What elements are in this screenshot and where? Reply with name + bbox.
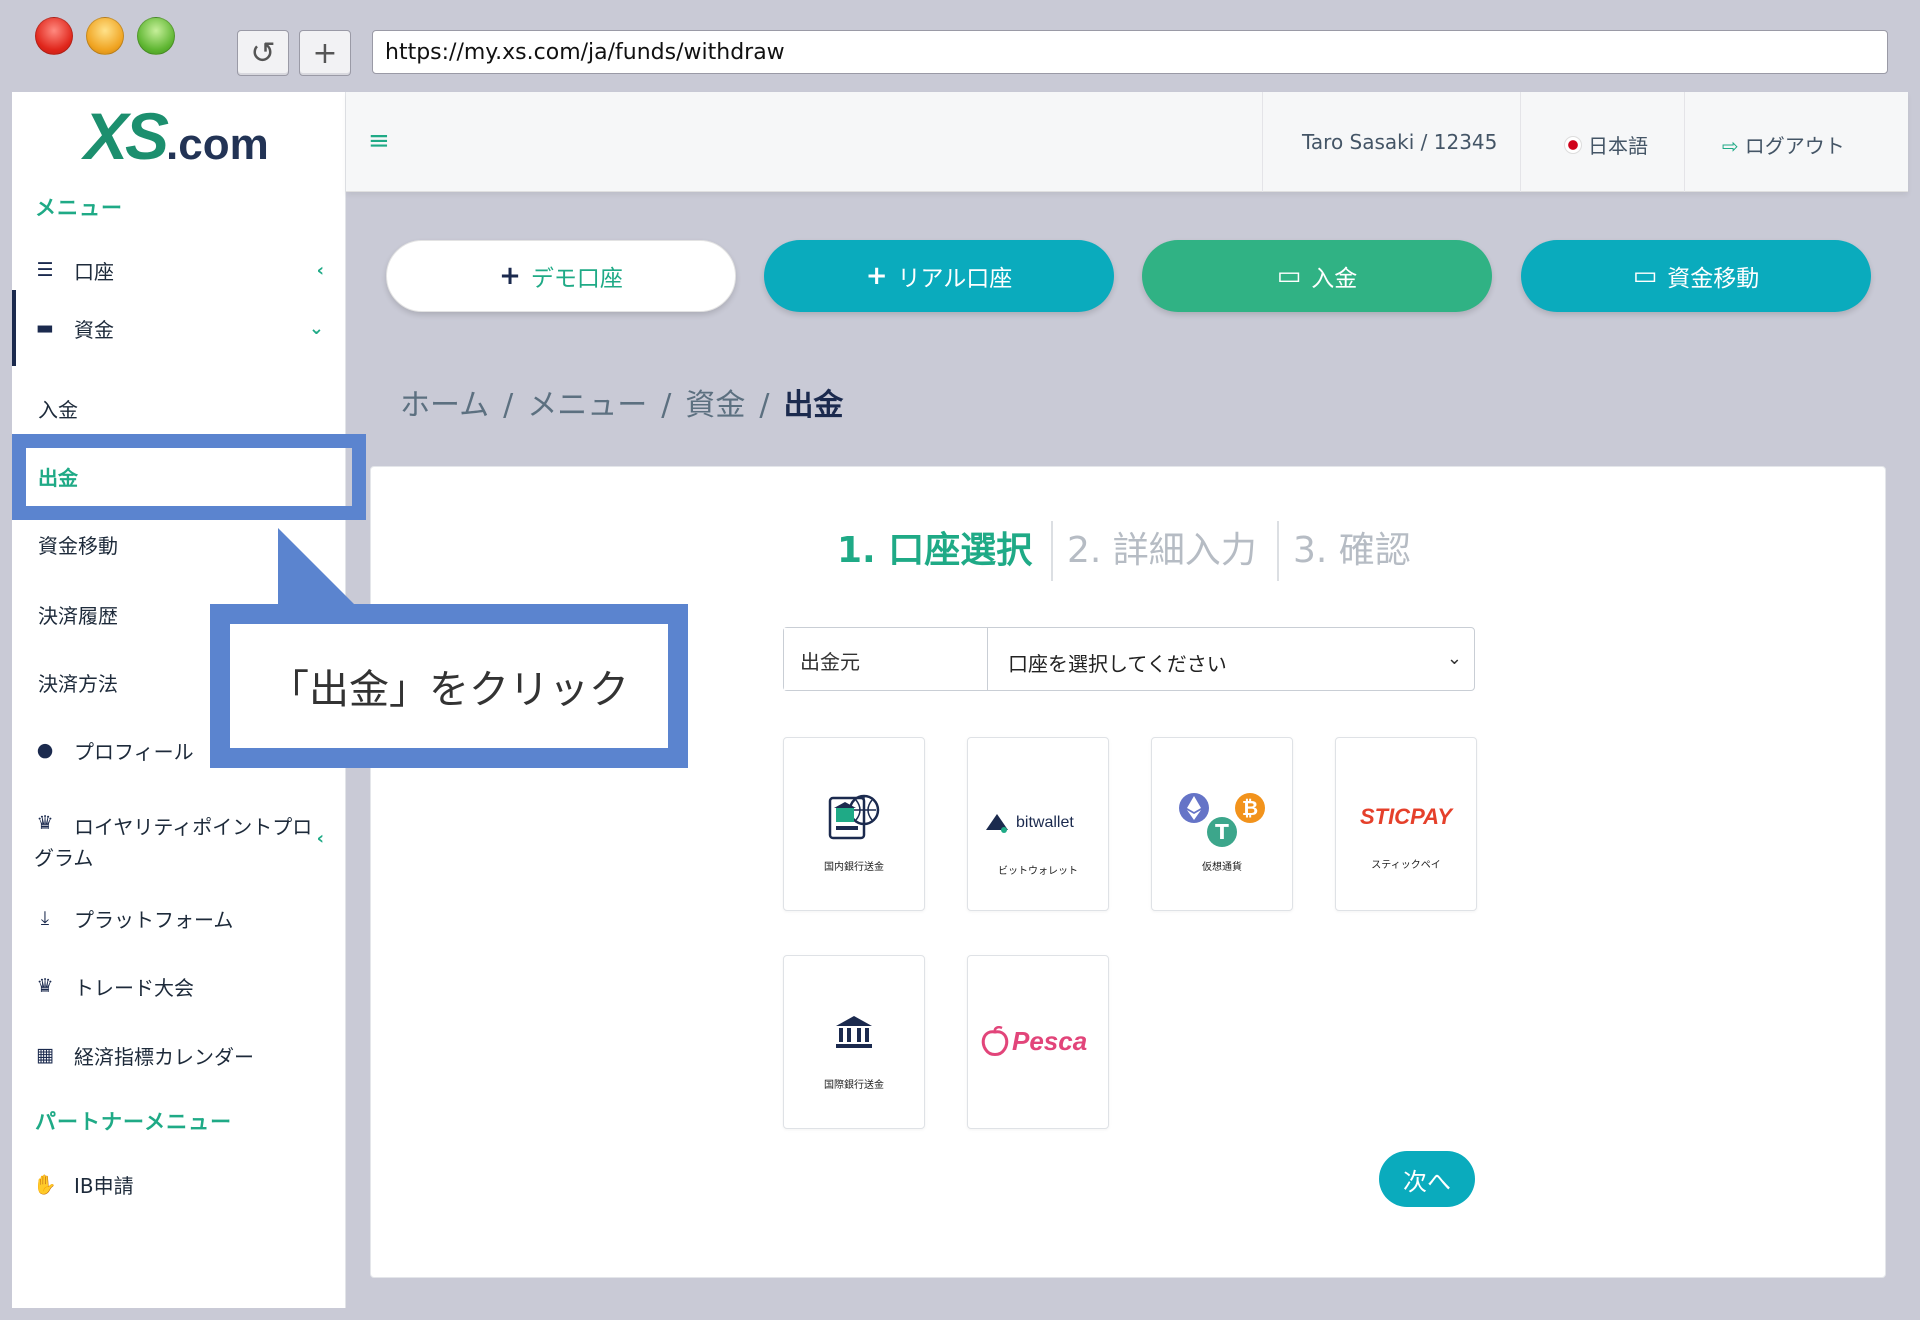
partner-menu-heading: パートナーメニュー — [35, 1110, 233, 1134]
reload-icon: ↺ — [250, 35, 276, 71]
header-divider — [1520, 92, 1521, 192]
next-button[interactable]: 次へ — [1379, 1151, 1475, 1207]
credit-card-icon: ▭ — [1632, 261, 1658, 291]
language-selector[interactable]: 日本語 — [1564, 130, 1648, 159]
wallet-icon: ▬ — [36, 317, 54, 339]
handshake-icon: ✋ — [33, 1173, 57, 1196]
breadcrumb-funds[interactable]: 資金 — [685, 388, 745, 423]
list-icon: ☰ — [36, 259, 54, 281]
method-pesca[interactable]: Pesca — [967, 955, 1109, 1129]
withdraw-source-label: 出金元 — [784, 628, 988, 690]
plus-icon: + — [865, 261, 888, 291]
menu-heading: メニュー — [35, 196, 123, 220]
sidebar-subitem-deposit[interactable]: 入金 — [38, 394, 78, 423]
logout-button[interactable]: ⇨ ログアウト — [1722, 130, 1845, 159]
header-divider — [1262, 92, 1263, 192]
maximize-window-button[interactable] — [137, 17, 175, 55]
sidebar-subitem-transfer[interactable]: 資金移動 — [38, 530, 118, 559]
real-account-button[interactable]: + リアル口座 — [764, 240, 1114, 312]
chevron-down-icon: ⌄ — [308, 317, 324, 339]
calendar-icon: ▦ — [36, 1044, 54, 1066]
logout-icon: ⇨ — [1722, 134, 1739, 158]
step-details: 2. 詳細入力 — [1067, 530, 1257, 571]
withdraw-highlight-box — [12, 434, 366, 520]
instruction-callout: 「出金」をクリック — [210, 604, 688, 768]
sidebar-subitem-methods[interactable]: 決済方法 — [38, 668, 118, 697]
peach-icon — [981, 1026, 1009, 1056]
japan-flag-icon — [1564, 135, 1582, 154]
sidebar-item-funds[interactable]: ▬ 資金 ⌄ — [12, 290, 346, 366]
account-select[interactable]: 口座を選択してください ⌄ — [988, 628, 1474, 690]
chevron-left-icon: ‹ — [316, 828, 324, 849]
plus-icon: + — [312, 35, 338, 71]
method-sticpay[interactable]: STICPAY スティックペイ — [1335, 737, 1477, 911]
callout-pointer — [278, 528, 358, 608]
svg-text:T: T — [1215, 820, 1229, 844]
plus-icon: + — [499, 261, 521, 291]
chevron-left-icon: ‹ — [316, 259, 324, 281]
sidebar-item-calendar[interactable]: ▦ 経済指標カレンダー — [12, 1027, 346, 1083]
domestic-bank-icon — [828, 794, 880, 840]
top-header: ≡ Taro Sasaki / 12345 日本語 ⇨ ログアウト — [346, 92, 1908, 192]
step-confirm: 3. 確認 — [1293, 530, 1411, 571]
sidebar-item-ib[interactable]: ✋ IB申請 — [12, 1156, 346, 1212]
minimize-window-button[interactable] — [86, 17, 124, 55]
sidebar-item-loyalty[interactable]: ♛ ロイヤリティポイントプロ グラム ‹ — [12, 802, 346, 882]
breadcrumb: ホーム / メニュー / 資金 / 出金 — [400, 388, 844, 423]
pesca-logo: Pesca — [1012, 1026, 1088, 1056]
sidebar-item-contest[interactable]: ♛ トレード大会 — [12, 958, 346, 1014]
sticpay-logo: STICPAY — [1359, 804, 1453, 829]
download-icon: ⤓ — [40, 907, 50, 929]
svg-text:₿: ₿ — [1242, 796, 1258, 820]
method-bitwallet[interactable]: bitwallet ビットウォレット — [967, 737, 1109, 911]
step-indicator: 1. 口座選択 2. 詳細入力 3. 確認 — [371, 521, 1887, 581]
crypto-icon: ₿ T — [1179, 793, 1265, 847]
step-account-select: 1. 口座選択 — [837, 530, 1033, 571]
sidebar-item-platform[interactable]: ⤓ プラットフォーム — [12, 890, 346, 946]
demo-account-button[interactable]: + デモ口座 — [386, 240, 736, 312]
user-icon: ● — [36, 739, 54, 761]
sidebar-subitem-history[interactable]: 決済履歴 — [38, 600, 118, 629]
deposit-button[interactable]: ▭ 入金 — [1142, 240, 1492, 312]
credit-card-icon: ▭ — [1276, 261, 1302, 291]
bank-icon — [836, 1016, 872, 1048]
new-tab-button[interactable]: + — [299, 30, 351, 76]
method-domestic-bank[interactable]: 国内銀行送金 — [783, 737, 925, 911]
reload-button[interactable]: ↺ — [237, 30, 289, 76]
header-divider — [1684, 92, 1685, 192]
xs-logo[interactable]: XS.com — [84, 98, 269, 174]
trophy-icon: ♛ — [36, 975, 54, 997]
address-bar[interactable]: https://my.xs.com/ja/funds/withdraw — [372, 30, 1888, 74]
method-crypto[interactable]: ₿ T 仮想通貨 — [1151, 737, 1293, 911]
close-window-button[interactable] — [35, 17, 73, 55]
breadcrumb-home[interactable]: ホーム — [400, 388, 489, 423]
browser-chrome: ↺ + https://my.xs.com/ja/funds/withdraw — [0, 0, 1920, 92]
withdraw-card: 1. 口座選択 2. 詳細入力 3. 確認 出金元 口座を選択してください ⌄ … — [370, 466, 1886, 1278]
hamburger-menu-icon[interactable]: ≡ — [368, 126, 390, 156]
breadcrumb-current: 出金 — [783, 388, 844, 423]
bitwallet-icon — [986, 814, 1008, 833]
trophy-icon: ♛ — [36, 812, 54, 834]
chevron-down-icon: ⌄ — [1446, 648, 1462, 669]
method-international-bank[interactable]: 国際銀行送金 — [783, 955, 925, 1129]
user-account-label[interactable]: Taro Sasaki / 12345 — [1302, 130, 1497, 154]
withdraw-source-field: 出金元 口座を選択してください ⌄ — [783, 627, 1475, 691]
fund-transfer-button[interactable]: ▭ 資金移動 — [1521, 240, 1871, 312]
breadcrumb-menu[interactable]: メニュー — [527, 388, 647, 423]
